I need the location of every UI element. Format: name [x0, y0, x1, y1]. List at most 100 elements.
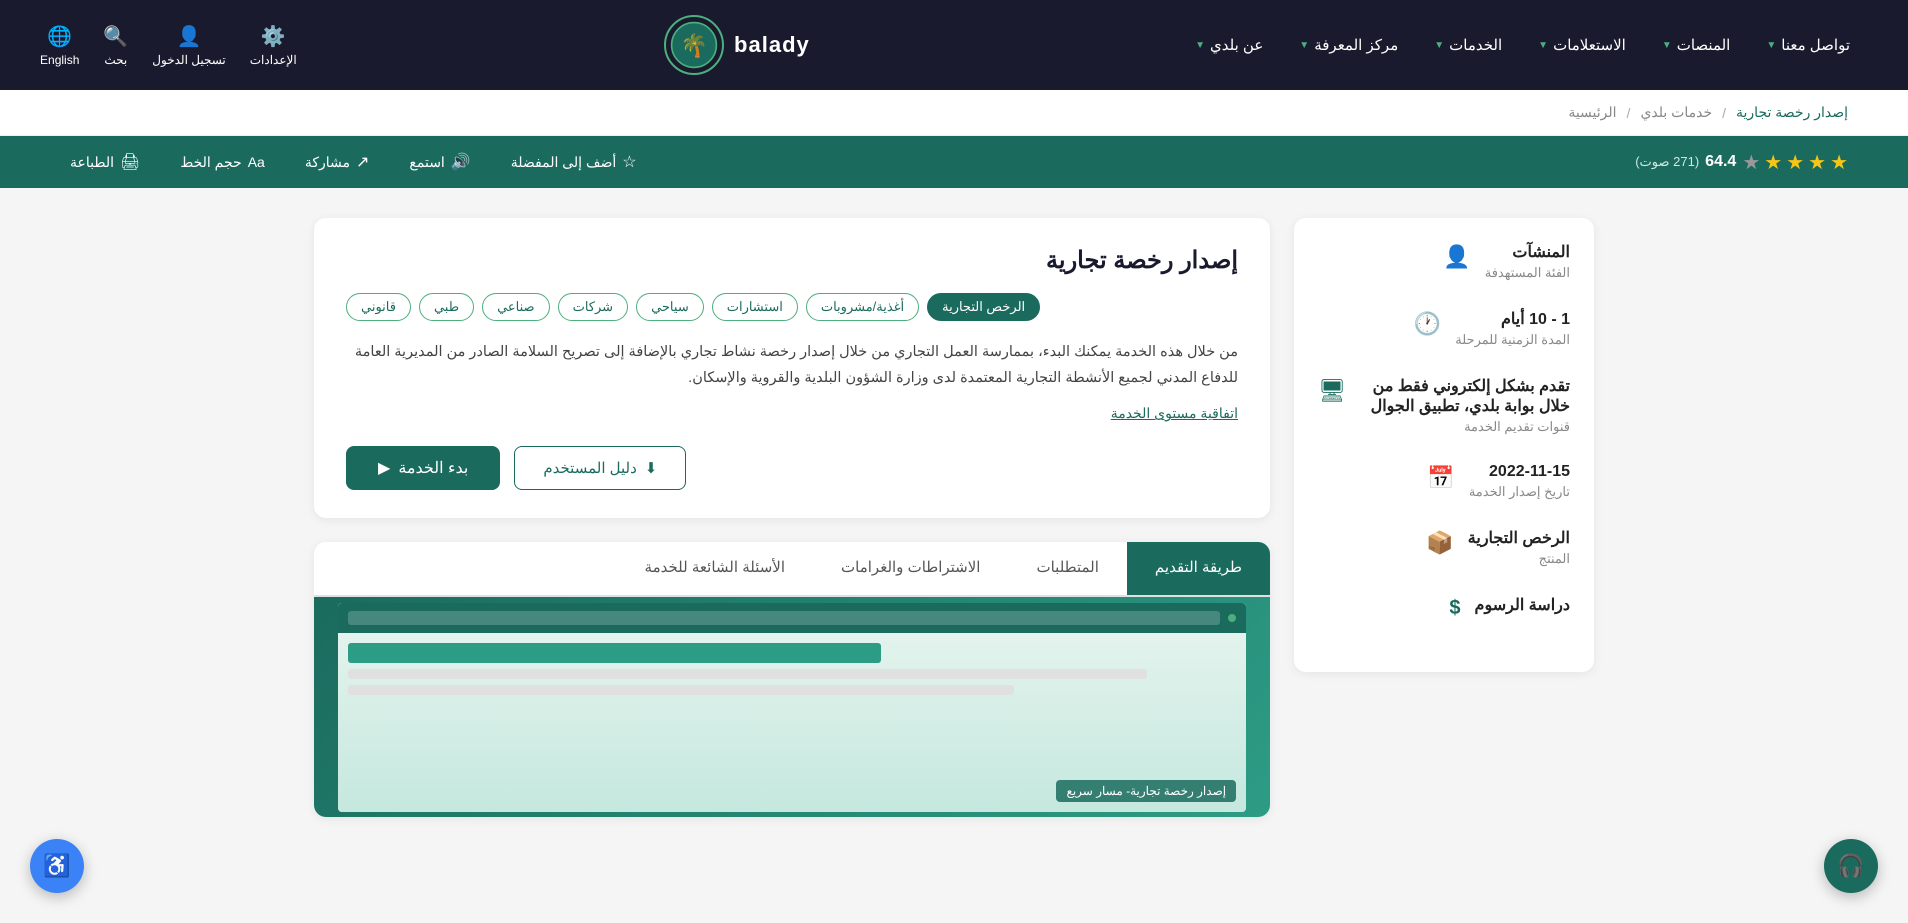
search-button[interactable]: 🔍 بحث: [103, 24, 128, 67]
sidebar-product-content: الرخص التجارية المنتج: [1468, 528, 1570, 567]
star-4: ★: [1764, 150, 1782, 175]
svg-text:🌴: 🌴: [680, 32, 708, 58]
print-icon: 🖨: [120, 152, 140, 172]
tag-legal[interactable]: قانوني: [346, 293, 411, 321]
start-service-button[interactable]: بدء الخدمة ▶: [346, 446, 500, 490]
tag-tourism[interactable]: سياحي: [636, 293, 704, 321]
box-icon: 📦: [1426, 530, 1453, 556]
font-label: حجم الخط: [180, 154, 241, 171]
nav-item-knowledge[interactable]: مركز المعرفة ▼: [1281, 8, 1416, 82]
logo-name-en: balady: [734, 32, 810, 58]
tab-method[interactable]: طريقة التقديم: [1127, 542, 1270, 595]
star-rating: ★ ★ ★ ★ ★: [1742, 150, 1848, 175]
breadcrumb-item-commercial[interactable]: إصدار رخصة تجارية: [1736, 104, 1848, 121]
main-content: المنشآت الفئة المستهدفة 👤 1 - 10 أيام ال…: [254, 188, 1654, 847]
rating-area: ★ ★ ★ ★ ★ 64.4 (271 صوت): [1635, 150, 1848, 175]
nav-item-services[interactable]: الخدمات ▼: [1416, 8, 1520, 82]
tabs-header: طريقة التقديم المتطلبات الاشتراطات والغر…: [314, 542, 1270, 597]
listen-button[interactable]: 🔊 استمع: [399, 146, 480, 178]
chevron-down-icon: ▼: [1538, 40, 1548, 51]
breadcrumb-item-home[interactable]: الرئيسية: [1568, 104, 1616, 121]
play-icon: ▶: [378, 458, 390, 478]
toolbar: ★ ★ ★ ★ ★ 64.4 (271 صوت) ☆ أضف إلى المفض…: [0, 136, 1908, 188]
download-icon: ⬇: [645, 459, 658, 477]
computer-icon: 🖥: [1318, 378, 1346, 404]
sidebar-fees-content: دراسة الرسوم: [1475, 595, 1570, 615]
accessibility-floating-button[interactable]: ♿: [30, 839, 84, 893]
tab-faq[interactable]: الأسئلة الشائعة للخدمة: [617, 542, 813, 595]
breadcrumb: إصدار رخصة تجارية / خدمات بلدي / الرئيسي…: [0, 90, 1908, 136]
tabs-card: طريقة التقديم المتطلبات الاشتراطات والغر…: [314, 542, 1270, 817]
service-description: من خلال هذه الخدمة يمكنك البدء، بممارسة …: [346, 339, 1238, 391]
speaker-icon: 🔊: [451, 152, 471, 172]
nav-item-about[interactable]: عن بلدي ▼: [1177, 8, 1281, 82]
video-screenshot: إصدار رخصة تجارية- مسار سريع: [338, 603, 1246, 812]
start-service-label: بدء الخدمة: [398, 458, 468, 478]
person-icon: 👤: [1443, 244, 1470, 270]
video-preview[interactable]: إصدار رخصة تجارية- مسار سريع: [314, 597, 1270, 817]
nav-item-platforms[interactable]: المنصات ▼: [1644, 8, 1749, 82]
tag-medical[interactable]: طبي: [419, 293, 474, 321]
font-icon: Aa: [248, 154, 265, 170]
nav-label-services: الخدمات: [1449, 36, 1502, 54]
sidebar-product: الرخص التجارية المنتج 📦: [1318, 528, 1570, 567]
header-actions: ⚙️ الإعدادات 👤 تسجيل الدخول 🔍 بحث 🌐 Engl…: [40, 24, 297, 67]
tag-companies[interactable]: شركات: [558, 293, 628, 321]
video-title: إصدار رخصة تجارية- مسار سريع: [1056, 780, 1236, 802]
breadcrumb-separator: /: [1627, 105, 1631, 121]
service-title: إصدار رخصة تجارية: [346, 246, 1238, 275]
sidebar-date-sublabel: تاريخ إصدار الخدمة: [1469, 484, 1570, 500]
settings-label: الإعدادات: [250, 53, 297, 67]
dollar-icon: $: [1449, 597, 1460, 620]
sidebar-channel-sublabel: قنوات تقديم الخدمة: [1360, 419, 1570, 435]
language-label: English: [40, 53, 79, 67]
print-label: الطباعة: [70, 154, 114, 171]
clock-icon: 🕐: [1414, 311, 1441, 337]
calendar-icon: 📅: [1427, 465, 1454, 491]
tab-fees[interactable]: الاشتراطات والغرامات: [813, 542, 1008, 595]
favorite-button[interactable]: ☆ أضف إلى المفضلة: [501, 146, 647, 178]
sidebar-product-sublabel: المنتج: [1468, 551, 1570, 567]
rating-votes: (271 صوت): [1635, 154, 1699, 170]
tag-consulting[interactable]: استشارات: [712, 293, 798, 321]
sidebar-channel: تقدم بشكل إلكتروني فقط من خلال بوابة بلد…: [1318, 376, 1570, 435]
star-2: ★: [1808, 150, 1826, 175]
star-1: ★: [1830, 150, 1848, 175]
sidebar-target-sublabel: الفئة المستهدفة: [1485, 265, 1570, 281]
tag-food[interactable]: أغذية/مشروبات: [806, 293, 919, 321]
logo-circle: 🌴: [664, 15, 724, 75]
sidebar: المنشآت الفئة المستهدفة 👤 1 - 10 أيام ال…: [1294, 218, 1594, 672]
nav-label-platforms: المنصات: [1677, 36, 1731, 54]
tag-industrial[interactable]: صناعي: [482, 293, 550, 321]
breadcrumb-item-services[interactable]: خدمات بلدي: [1640, 104, 1712, 121]
headphones-icon: 🎧: [1837, 853, 1864, 879]
globe-icon: 🌐: [47, 24, 72, 49]
sidebar-date-content: 2022-11-15 تاريخ إصدار الخدمة: [1469, 463, 1570, 500]
logo[interactable]: balady 🌴: [664, 15, 810, 75]
sidebar-fees-label: دراسة الرسوم: [1475, 595, 1570, 615]
chevron-down-icon: ▼: [1662, 40, 1672, 51]
service-card: إصدار رخصة تجارية الرخص التجارية أغذية/م…: [314, 218, 1270, 518]
gear-icon: ⚙️: [261, 24, 286, 49]
sidebar-duration-sublabel: المدة الزمنية للمرحلة: [1455, 332, 1570, 348]
video-inner: إصدار رخصة تجارية- مسار سريع: [338, 603, 1246, 812]
share-button[interactable]: ↗ مشاركة: [295, 146, 380, 178]
nav-item-contact[interactable]: تواصل معنا ▼: [1748, 8, 1868, 82]
tag-commercial[interactable]: الرخص التجارية: [927, 293, 1040, 321]
logo-text-area: balady: [734, 32, 810, 58]
service-area: إصدار رخصة تجارية الرخص التجارية أغذية/م…: [314, 218, 1270, 817]
settings-button[interactable]: ⚙️ الإعدادات: [250, 24, 297, 67]
sidebar-duration-label: 1 - 10 أيام: [1455, 309, 1570, 329]
sla-link[interactable]: اتفاقية مستوى الخدمة: [346, 405, 1238, 422]
login-button[interactable]: 👤 تسجيل الدخول: [152, 24, 225, 67]
nav-menu: تواصل معنا ▼ المنصات ▼ الاستعلامات ▼ الخ…: [1177, 8, 1868, 82]
tab-requirements[interactable]: المتطلبات: [1008, 542, 1126, 595]
font-size-button[interactable]: Aa حجم الخط: [170, 148, 275, 177]
language-button[interactable]: 🌐 English: [40, 24, 79, 67]
user-guide-button[interactable]: ⬇ دليل المستخدم: [514, 446, 686, 490]
nav-item-inquiries[interactable]: الاستعلامات ▼: [1520, 8, 1644, 82]
print-button[interactable]: 🖨 الطباعة: [60, 146, 150, 178]
sidebar-target: المنشآت الفئة المستهدفة 👤: [1318, 242, 1570, 281]
help-floating-button[interactable]: 🎧: [1824, 839, 1878, 893]
palm-icon: 🌴: [670, 21, 718, 69]
